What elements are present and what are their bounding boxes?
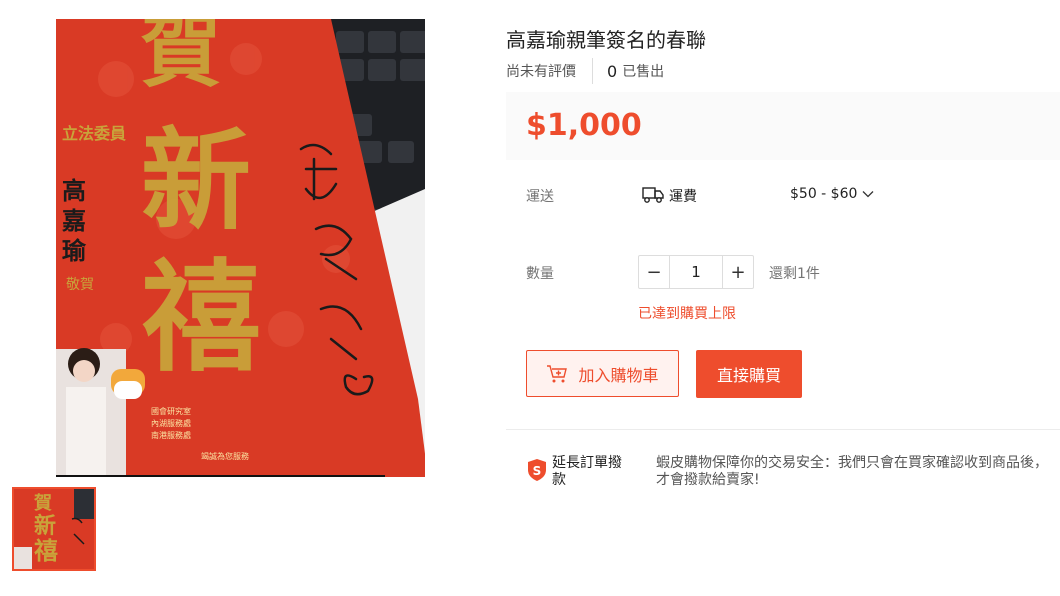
svg-text:內湖服務處: 內湖服務處 (151, 418, 191, 428)
main-product-image[interactable]: 賀 新 禧 立法委員 高嘉瑜 敬賀 國會研究室 內湖服務處 南港服務處 竭誠為您… (56, 19, 425, 477)
shipping-label: 運送 (526, 189, 554, 205)
svg-text:瑜: 瑜 (62, 236, 87, 265)
svg-text:賀: 賀 (33, 493, 52, 514)
shipping-fee-dropdown[interactable]: $50 - $60 (790, 186, 874, 202)
svg-text:立法委員: 立法委員 (62, 124, 126, 143)
add-to-cart-button[interactable]: 加入購物車 (526, 350, 679, 397)
sold-count: 0 (607, 61, 618, 81)
svg-text:禧: 禧 (141, 247, 261, 388)
thumbnail-image[interactable]: 賀 新 禧 (12, 487, 96, 571)
image-progress-line (56, 475, 385, 477)
meta-divider (592, 58, 593, 84)
divider (506, 429, 1060, 430)
svg-text:新: 新 (141, 116, 251, 245)
svg-text:南港服務處: 南港服務處 (151, 430, 191, 440)
svg-text:國會研究室: 國會研究室 (151, 406, 191, 416)
shield-icon: S (528, 459, 546, 481)
sold-label: 已售出 (622, 64, 665, 80)
thumbnail-photo: 賀 新 禧 (14, 489, 94, 569)
quantity-stepper: − 1 + (638, 255, 754, 289)
product-photo: 賀 新 禧 立法委員 高嘉瑜 敬賀 國會研究室內湖服務處南港服務處 竭誠為您服務 (56, 19, 425, 477)
shipping-fee-label: 運費 (669, 189, 697, 205)
shipping-fee-range: $50 - $60 (790, 186, 858, 202)
add-to-cart-label: 加入購物車 (578, 365, 659, 385)
quantity-input[interactable]: 1 (669, 256, 723, 288)
guarantee-title[interactable]: 延長訂單撥款 (552, 455, 630, 489)
svg-text:竭誠為您服務: 竭誠為您服務 (201, 451, 249, 461)
decrement-button[interactable]: − (639, 256, 669, 288)
svg-text:高: 高 (62, 176, 86, 205)
product-info: 高嘉瑜親筆簽名的春聯 尚未有評價 0 已售出 $1,000 運送 運費 $50 … (506, 0, 1060, 596)
svg-text:敬賀: 敬賀 (66, 277, 94, 293)
increment-button[interactable]: + (723, 256, 753, 288)
buy-now-button[interactable]: 直接購買 (696, 350, 802, 398)
stock-remaining: 還剩1件 (769, 266, 820, 282)
svg-text:嘉: 嘉 (62, 206, 86, 235)
price-box: $1,000 (506, 92, 1060, 160)
guarantee-text: 蝦皮購物保障你的交易安全：我們只會在買家確認收到商品後，才會撥款給賣家! (656, 455, 1048, 488)
svg-text:S: S (533, 464, 542, 478)
product-price: $1,000 (526, 108, 642, 143)
chevron-down-icon (862, 191, 874, 198)
svg-text:禧: 禧 (34, 536, 58, 565)
product-gallery: 賀 新 禧 立法委員 高嘉瑜 敬賀 國會研究室 內湖服務處 南港服務處 竭誠為您… (0, 0, 470, 596)
rating-text[interactable]: 尚未有評價 (506, 61, 576, 81)
product-title: 高嘉瑜親筆簽名的春聯 (506, 28, 706, 52)
truck-icon (642, 187, 664, 203)
svg-text:賀: 賀 (141, 19, 221, 98)
quantity-label: 數量 (526, 266, 554, 282)
cart-plus-icon (547, 364, 568, 382)
purchase-limit-message: 已達到購買上限 (638, 306, 736, 322)
rating-row: 尚未有評價 0 已售出 (506, 58, 664, 84)
